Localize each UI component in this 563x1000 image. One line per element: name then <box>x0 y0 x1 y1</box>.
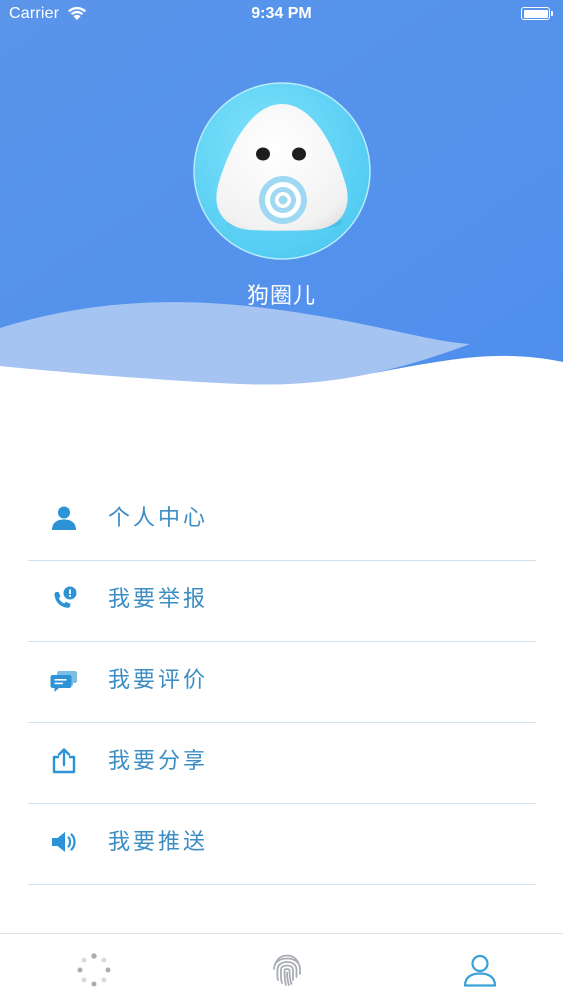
menu-item-review[interactable]: 我要评价 <box>28 642 536 723</box>
status-bar: Carrier 9:34 PM <box>0 0 563 30</box>
battery-cap <box>551 11 553 16</box>
speaker-icon <box>52 832 76 852</box>
chat-bubbles-icon <box>50 671 77 692</box>
menu-item-label: 我要举报 <box>108 587 209 612</box>
menu-item-label: 我要评价 <box>108 668 209 693</box>
person-icon <box>52 506 76 530</box>
profile-header: Carrier 9:34 PM 狗圈儿 <box>0 0 563 400</box>
menu-item-label: 我要推送 <box>108 830 209 855</box>
menu-item-profile-center[interactable]: 个人中心 <box>28 480 536 561</box>
battery-level <box>523 9 548 18</box>
battery-icon <box>521 7 550 20</box>
status-time: 9:34 PM <box>251 5 312 22</box>
fingerprint-icon <box>273 954 301 986</box>
tab-profile[interactable] <box>386 934 563 1000</box>
menu-item-push[interactable]: 我要推送 <box>28 804 536 885</box>
tab-fingerprint[interactable] <box>193 934 381 1000</box>
menu-item-report[interactable]: 我要举报 <box>28 561 536 642</box>
tab-bar <box>0 933 563 1000</box>
phone-alert-icon <box>54 586 77 608</box>
loading-dots-icon <box>77 953 111 987</box>
tab-discover[interactable] <box>0 934 188 1000</box>
person-outline-icon <box>463 954 497 987</box>
rice-ball-mascot-icon[interactable] <box>193 82 371 260</box>
menu-item-share[interactable]: 我要分享 <box>28 723 536 804</box>
share-icon <box>52 748 76 774</box>
menu-item-label: 我要分享 <box>108 749 209 774</box>
app-name: 狗圈儿 <box>246 284 316 309</box>
menu-list: 个人中心 我要举报 我要评价 我要分享 我要推送 <box>28 480 536 885</box>
menu-item-label: 个人中心 <box>108 506 209 531</box>
